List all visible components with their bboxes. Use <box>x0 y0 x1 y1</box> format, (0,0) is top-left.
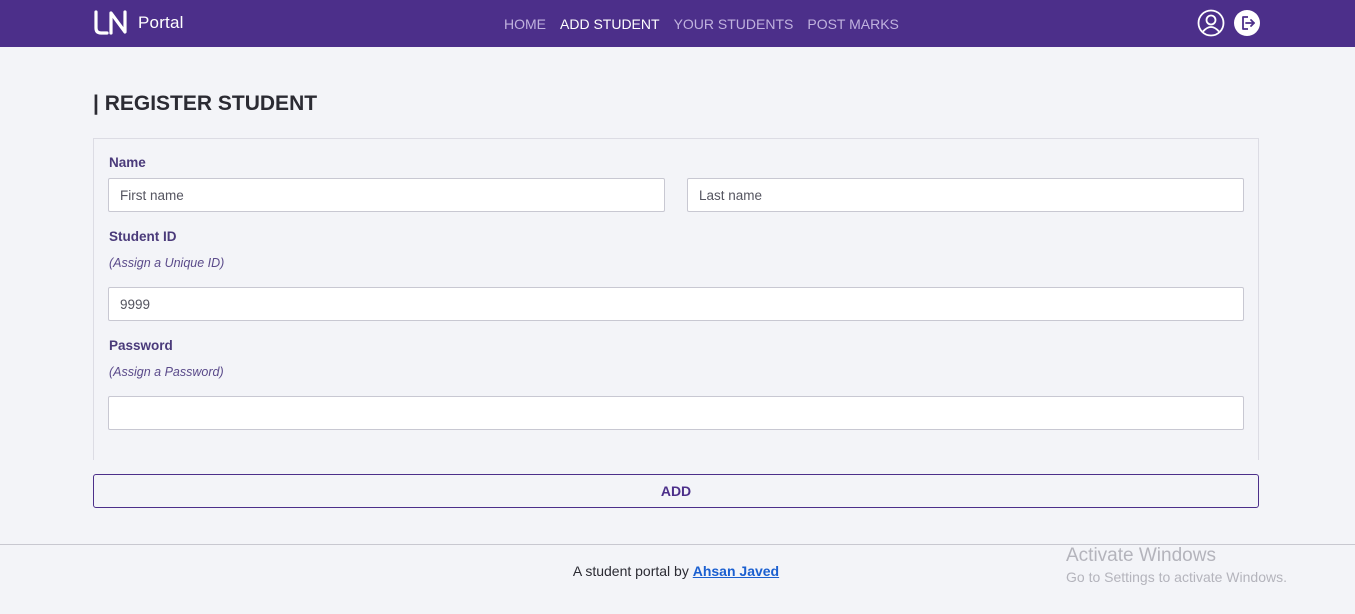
user-profile-icon[interactable] <box>1197 9 1225 37</box>
watermark-subtitle: Go to Settings to activate Windows. <box>1066 569 1287 585</box>
student-id-hint: (Assign a Unique ID) <box>109 256 225 270</box>
nav-links: HOME ADD STUDENT YOUR STUDENTS POST MARK… <box>504 0 899 47</box>
nav-link-home[interactable]: HOME <box>504 16 546 32</box>
name-label: Name <box>109 155 146 170</box>
password-label: Password <box>109 338 173 353</box>
brand[interactable]: Portal <box>92 10 184 36</box>
brand-name: Portal <box>138 13 184 32</box>
nav-link-post-marks[interactable]: POST MARKS <box>807 16 899 32</box>
brand-logo-icon <box>94 10 127 35</box>
nav-link-add-student[interactable]: ADD STUDENT <box>560 16 660 32</box>
logout-icon[interactable] <box>1233 9 1261 37</box>
register-student-form: Name Student ID (Assign a Unique ID) Pas… <box>93 138 1259 460</box>
student-id-label: Student ID <box>109 229 177 244</box>
first-name-input[interactable] <box>108 178 665 212</box>
last-name-input[interactable] <box>687 178 1244 212</box>
footer-text: A student portal by <box>572 563 689 579</box>
watermark-title: Activate Windows <box>1066 545 1216 566</box>
top-navbar: Portal HOME ADD STUDENT YOUR STUDENTS PO… <box>0 0 1355 47</box>
password-input[interactable] <box>108 396 1244 430</box>
nav-icons <box>1197 9 1261 37</box>
student-id-input[interactable] <box>108 287 1244 321</box>
page-title: | REGISTER STUDENT <box>93 92 318 115</box>
add-button[interactable]: ADD <box>93 474 1259 508</box>
nav-link-your-students[interactable]: YOUR STUDENTS <box>674 16 794 32</box>
footer-author-link[interactable]: Ahsan Javed <box>693 563 779 579</box>
activate-windows-watermark: Activate Windows Go to Settings to activ… <box>1066 545 1287 585</box>
password-hint: (Assign a Password) <box>109 365 224 379</box>
